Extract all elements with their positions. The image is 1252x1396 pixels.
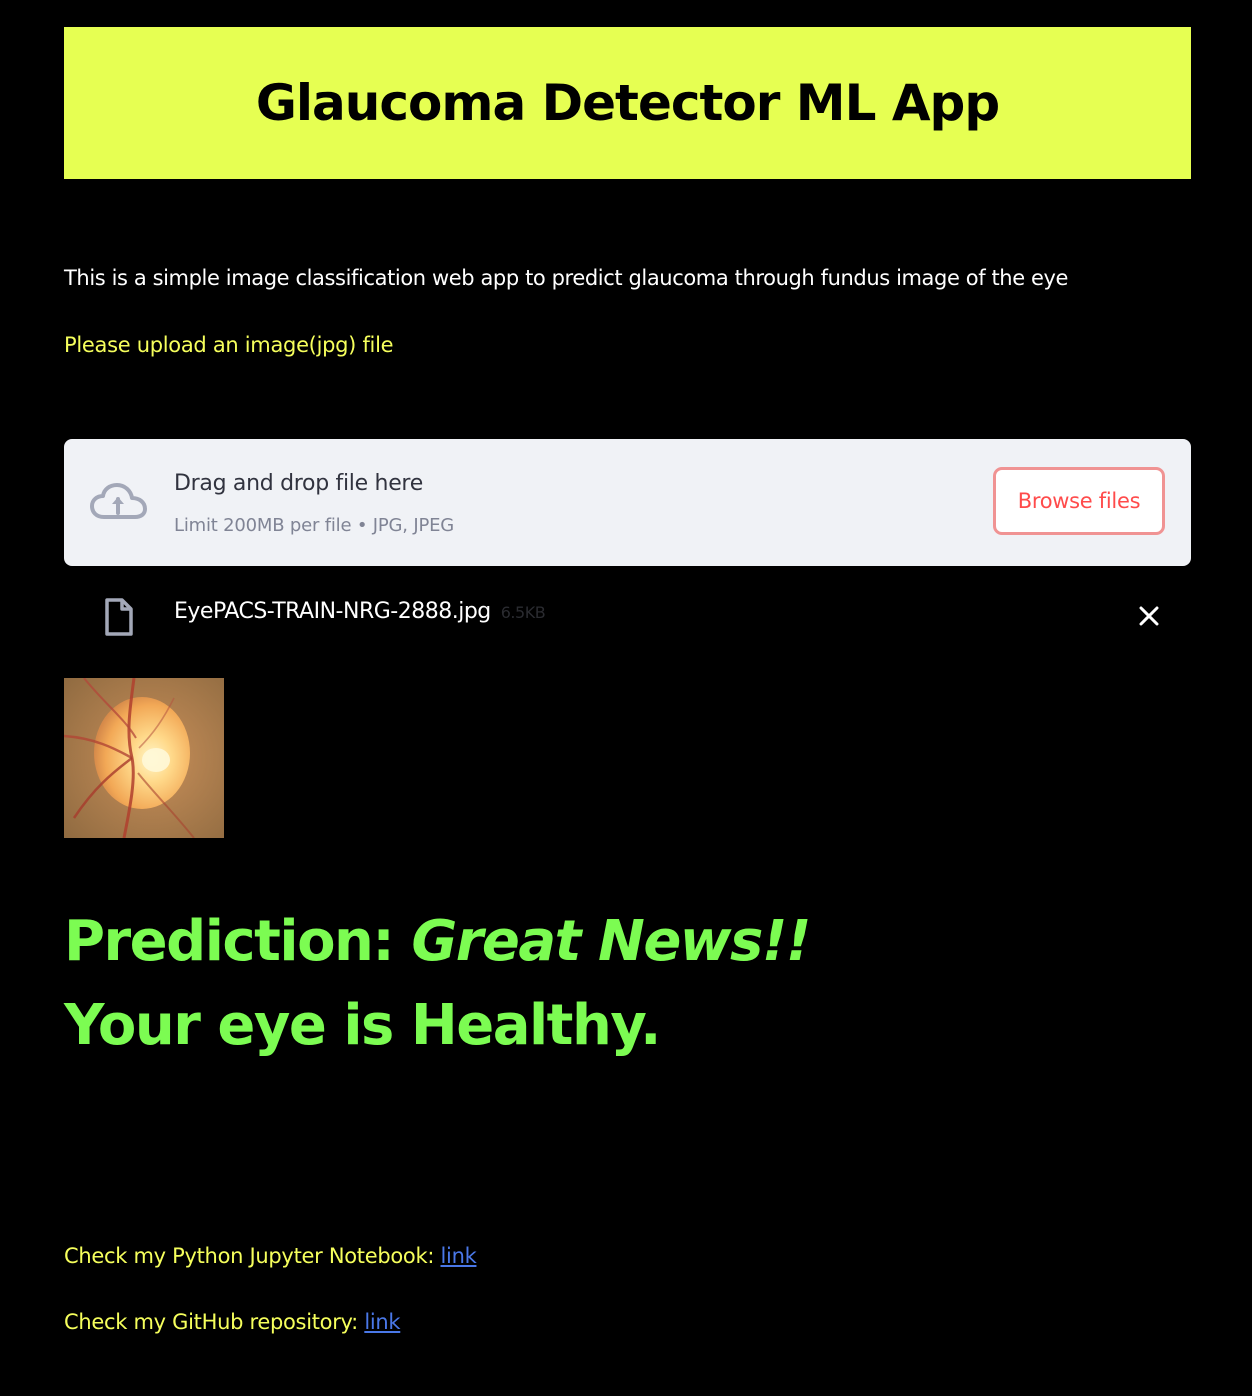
dropzone-title: Drag and drop file here bbox=[174, 471, 423, 496]
prediction-headline: Great News!! bbox=[411, 909, 811, 974]
file-dropzone[interactable]: Drag and drop file here Limit 200MB per … bbox=[64, 439, 1191, 566]
github-link[interactable]: link bbox=[364, 1310, 400, 1334]
repo-text: Check my GitHub repository: bbox=[64, 1310, 358, 1334]
uploaded-file-name: EyePACS-TRAIN-NRG-2888.jpg 6.5KB bbox=[174, 599, 546, 624]
file-icon bbox=[102, 597, 136, 637]
file-name-text: EyePACS-TRAIN-NRG-2888.jpg bbox=[174, 599, 491, 624]
fundus-image-preview bbox=[63, 677, 224, 839]
upload-prompt: Please upload an image(jpg) file bbox=[64, 333, 394, 357]
app-description: This is a simple image classification we… bbox=[64, 266, 1069, 290]
notebook-link-line: Check my Python Jupyter Notebook: link bbox=[64, 1244, 477, 1268]
dropzone-limits: Limit 200MB per file • JPG, JPEG bbox=[174, 515, 455, 536]
browse-files-button[interactable]: Browse files bbox=[993, 467, 1165, 535]
close-icon bbox=[1139, 606, 1159, 626]
notebook-text: Check my Python Jupyter Notebook: bbox=[64, 1244, 435, 1268]
prediction-label: Prediction: bbox=[64, 909, 395, 974]
header-banner: Glaucoma Detector ML App bbox=[64, 27, 1191, 179]
page-title: Glaucoma Detector ML App bbox=[255, 74, 1000, 132]
uploaded-file-row: EyePACS-TRAIN-NRG-2888.jpg 6.5KB bbox=[64, 587, 1191, 643]
prediction-message: Your eye is Healthy. bbox=[64, 993, 661, 1058]
cloud-upload-icon bbox=[88, 479, 150, 525]
prediction-result: Prediction: Great News!! Your eye is Hea… bbox=[64, 900, 811, 1068]
github-link-line: Check my GitHub repository: link bbox=[64, 1310, 401, 1334]
remove-file-button[interactable] bbox=[1132, 599, 1166, 633]
file-size: 6.5KB bbox=[500, 603, 546, 622]
notebook-link[interactable]: link bbox=[441, 1244, 477, 1268]
